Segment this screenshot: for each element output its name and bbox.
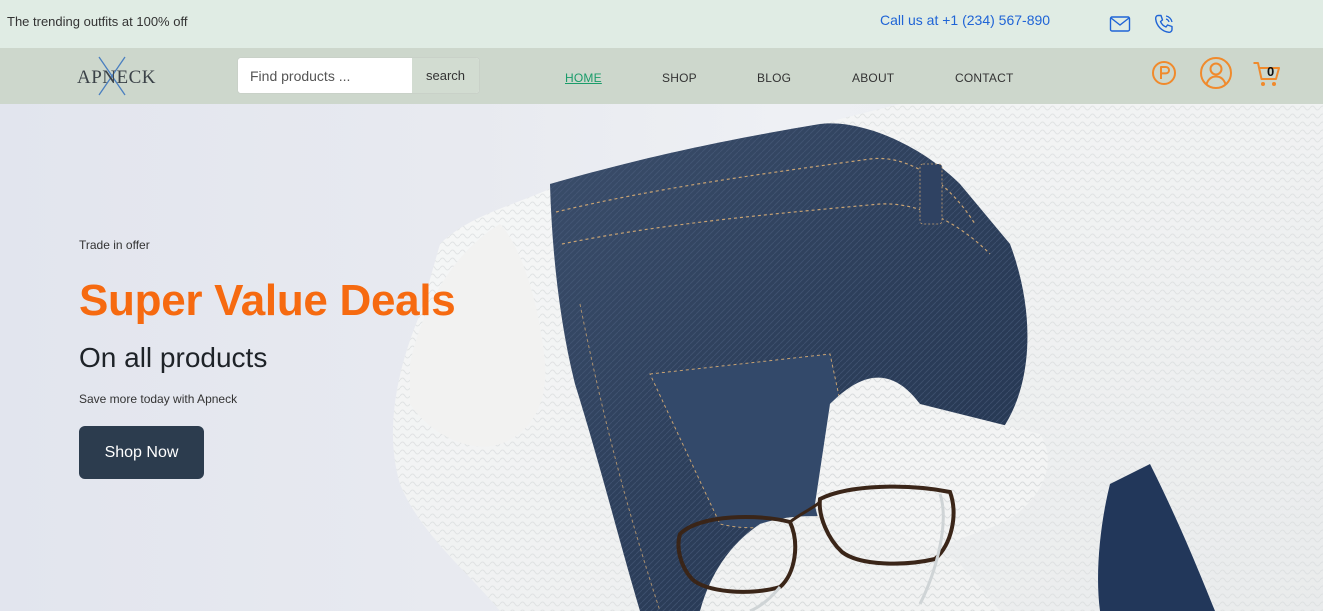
search-input[interactable] <box>238 58 412 93</box>
search-button[interactable]: search <box>412 58 479 93</box>
apneck-logo[interactable]: APNECK <box>72 56 162 96</box>
hero-eyebrow: Trade in offer <box>79 238 150 252</box>
hero-description: Save more today with Apneck <box>79 392 238 406</box>
points-icon[interactable] <box>1151 60 1177 91</box>
logo-text: APNECK <box>77 67 157 88</box>
nav-blog[interactable]: BLOG <box>757 71 791 85</box>
nav-about[interactable]: ABOUT <box>852 71 894 85</box>
top-bar: The trending outfits at 100% off Call us… <box>0 0 1323 48</box>
search-bar: search <box>237 57 480 94</box>
hero-subheadline: On all products <box>79 342 268 373</box>
nav-home[interactable]: HOME <box>565 71 602 85</box>
main-navigation: APNECK search HOME SHOP BLOG ABOUT CONTA… <box>0 48 1323 104</box>
mail-icon[interactable] <box>1108 12 1132 36</box>
call-us-link[interactable]: Call us at +1 (234) 567-890 <box>880 12 1050 28</box>
shop-now-button[interactable]: Shop Now <box>79 426 204 479</box>
phone-icon[interactable] <box>1152 12 1176 36</box>
nav-contact[interactable]: CONTACT <box>955 71 1014 85</box>
user-icon[interactable] <box>1199 56 1233 95</box>
cart-count: 0 <box>1267 64 1275 79</box>
promo-text: The trending outfits at 100% off <box>7 14 188 29</box>
hero-headline: Super Value Deals <box>79 276 456 325</box>
nav-shop[interactable]: SHOP <box>662 71 697 85</box>
hero-banner: Trade in offer Super Value Deals On all … <box>0 104 1323 611</box>
